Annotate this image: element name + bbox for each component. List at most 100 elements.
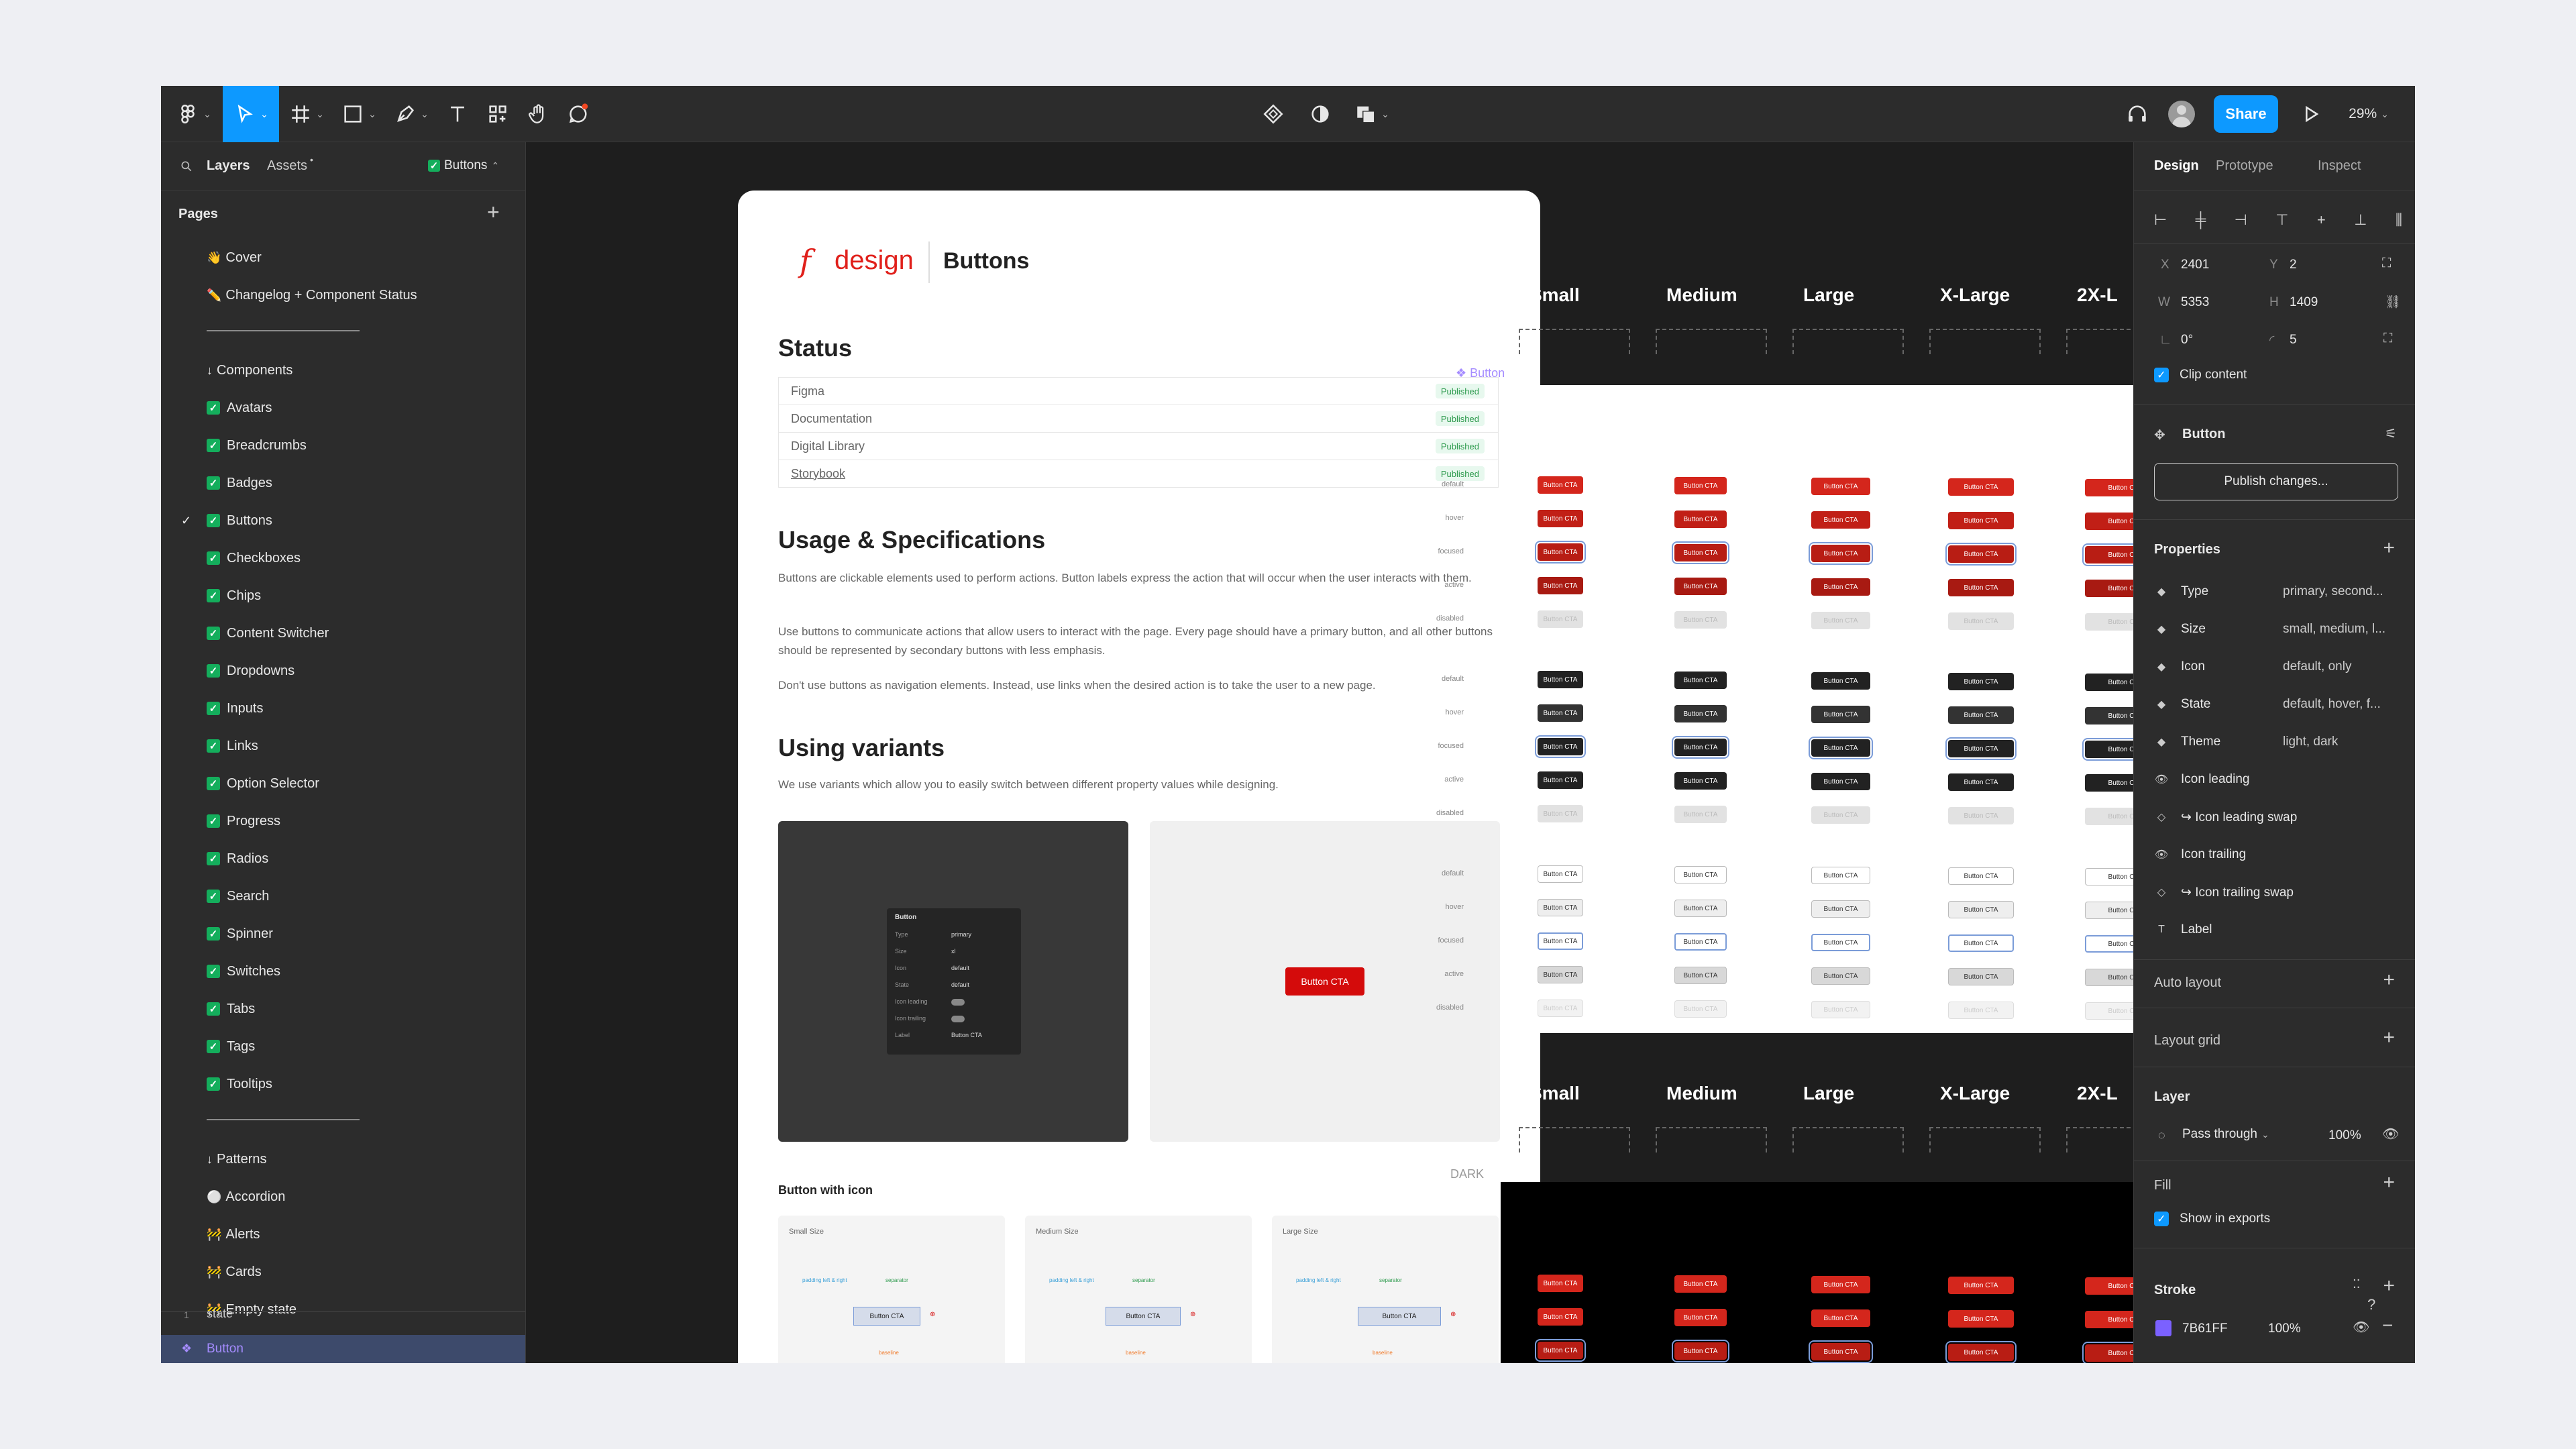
variant-button[interactable]: Button CTA [1811,511,1870,529]
variant-button[interactable]: Button CTA [1674,611,1727,629]
variant-button[interactable]: Button CTA [1811,545,1870,562]
variant-button[interactable]: Button CTA [1674,806,1727,823]
page-item[interactable]: ✓ Progress [207,806,280,836]
stroke-color-swatch[interactable] [2155,1320,2171,1336]
variant-button[interactable]: Button CTA [1948,478,2014,496]
variant-button[interactable]: Button CTA [1811,934,1870,951]
variant-button[interactable]: Button CTA [1538,899,1583,916]
page-item[interactable]: ✓ Inputs [207,694,263,723]
variant-button[interactable]: Button CTA [1948,740,2014,757]
property-row[interactable]: ◆ State default, hover, f... [2154,691,2402,718]
variant-button[interactable]: Button CTA [1674,477,1727,494]
page-item[interactable]: ✓ Links [207,731,258,761]
variant-button[interactable]: Button CTA [1674,900,1727,917]
property-row[interactable]: ◇ ↪ Icon trailing swap [2154,879,2402,906]
variant-button[interactable]: Button CTA [1674,511,1727,528]
page-item[interactable]: ✓ Checkboxes [207,543,301,573]
variant-button[interactable]: Button C [2085,513,2133,530]
variant-button[interactable]: Button C [2085,580,2133,597]
frame-tool-button[interactable]: ⌄ [282,86,331,142]
text-tool-button[interactable] [439,86,476,142]
variant-button[interactable]: Button CTA [1538,1000,1583,1017]
page-item[interactable]: ✓ Spinner [207,919,273,949]
page-item[interactable]: ✓ Dropdowns [207,656,294,686]
variant-button[interactable]: Button CTA [1948,673,2014,690]
zoom-dropdown[interactable]: 29% ⌄ [2339,86,2399,142]
property-row[interactable]: T Label [2154,916,2402,943]
add-layout-grid-icon[interactable]: + [2383,1026,2395,1049]
variant-button[interactable]: Button CTA [1948,1277,2014,1294]
variant-button[interactable]: Button C [2085,935,2133,953]
remove-stroke-icon[interactable]: − [2382,1315,2393,1336]
search-icon[interactable] [180,160,193,173]
user-avatar[interactable] [2163,86,2200,142]
documentation-frame[interactable]: f design Buttons Status Figma Published Do… [738,191,1540,1363]
variant-button[interactable]: Button C [2085,969,2133,986]
resources-button[interactable] [479,86,517,142]
variant-button[interactable]: Button CTA [1811,1001,1870,1018]
variant-button[interactable]: Button CTA [1948,867,2014,885]
variant-button[interactable]: Button CTA [1674,1309,1727,1326]
variant-button[interactable]: Button CTA [1674,866,1727,883]
variant-button[interactable]: Button CTA [1538,704,1583,722]
variant-button[interactable]: Button CTA [1538,1308,1583,1326]
layer-state[interactable]: state [207,1307,233,1321]
tab-prototype[interactable]: Prototype [2216,158,2273,174]
page-item[interactable]: ✓ Breadcrumbs [207,431,307,460]
variant-button[interactable]: Button C [2085,674,2133,691]
variant-button[interactable]: Button CTA [1948,579,2014,596]
page-selector[interactable]: ✓ Buttons ⌃ [428,158,499,173]
page-item[interactable]: 👋 Cover [207,243,262,272]
variant-button[interactable]: Button CTA [1948,1310,2014,1328]
variant-button[interactable]: Button C [2085,1311,2133,1328]
create-component-button[interactable] [1254,86,1292,142]
mask-button[interactable] [1301,86,1339,142]
variant-button[interactable]: Button CTA [1538,865,1583,883]
variant-button[interactable]: Button CTA [1948,706,2014,724]
variant-button[interactable]: Button CTA [1811,900,1870,918]
audio-button[interactable] [2118,86,2156,142]
variant-button[interactable]: Button CTA [1811,672,1870,690]
property-value[interactable]: primary, second... [2283,584,2383,599]
w-input[interactable]: 5353 [2181,295,2209,310]
property-row[interactable]: ◆ Theme light, dark [2154,729,2402,755]
variant-button[interactable]: Button CTA [1674,967,1727,984]
page-item[interactable]: ✓ Option Selector [207,769,319,798]
page-item[interactable]: ✏️ Changelog + Component Status [207,280,417,310]
property-row[interactable]: ◆ Size small, medium, l... [2154,616,2402,643]
variant-button[interactable]: Button C [2085,1277,2133,1295]
add-property-icon[interactable]: + [2383,537,2395,559]
variant-button[interactable]: Button CTA [1948,545,2014,563]
property-row[interactable]: ◆ Type primary, second... [2154,578,2402,605]
component-settings-icon[interactable]: ⚟ [2385,425,2397,442]
stroke-hex[interactable]: 7B61FF [2182,1322,2228,1336]
page-item[interactable]: ↓ Patterns [207,1144,266,1174]
variant-button[interactable]: Button CTA [1948,1344,2014,1361]
variant-button[interactable]: Button CTA [1674,672,1727,689]
variant-button[interactable]: Button C [2085,741,2133,758]
page-item[interactable]: ✓ Radios [207,844,268,873]
show-in-exports-checkbox[interactable]: ✓ Show in exports [2154,1212,2270,1226]
variant-button[interactable]: Button C [2085,808,2133,825]
property-row[interactable]: ◇ ↪ Icon leading swap [2154,804,2402,830]
variant-button[interactable]: Button CTA [1538,1275,1583,1292]
page-item[interactable]: ✓ Chips [207,581,261,610]
variant-button[interactable]: Button CTA [1674,739,1727,756]
layer-row-button[interactable]: ❖ Button [161,1335,525,1363]
variant-button[interactable]: Button CTA [1538,543,1583,561]
canvas[interactable]: f design Buttons Status Figma Published Do… [526,142,2133,1363]
property-row[interactable]: ◆ Icon default, only [2154,653,2402,680]
variant-button[interactable]: Button CTA [1811,806,1870,824]
variant-button[interactable]: Button CTA [1948,901,2014,918]
variant-button[interactable]: Button CTA [1674,1275,1727,1293]
add-auto-layout-icon[interactable]: + [2383,969,2395,991]
variant-button[interactable]: Button CTA [1811,967,1870,985]
x-input[interactable]: 2401 [2181,258,2209,272]
variant-button[interactable]: Button CTA [1674,772,1727,790]
variant-button[interactable]: Button CTA [1538,577,1583,594]
variant-button[interactable]: Button C [2085,868,2133,885]
property-value[interactable]: light, dark [2283,735,2338,749]
add-page-icon[interactable]: + [487,200,500,225]
page-item[interactable]: ✓ Badges [207,468,272,498]
variant-button[interactable]: Button CTA [1538,738,1583,755]
